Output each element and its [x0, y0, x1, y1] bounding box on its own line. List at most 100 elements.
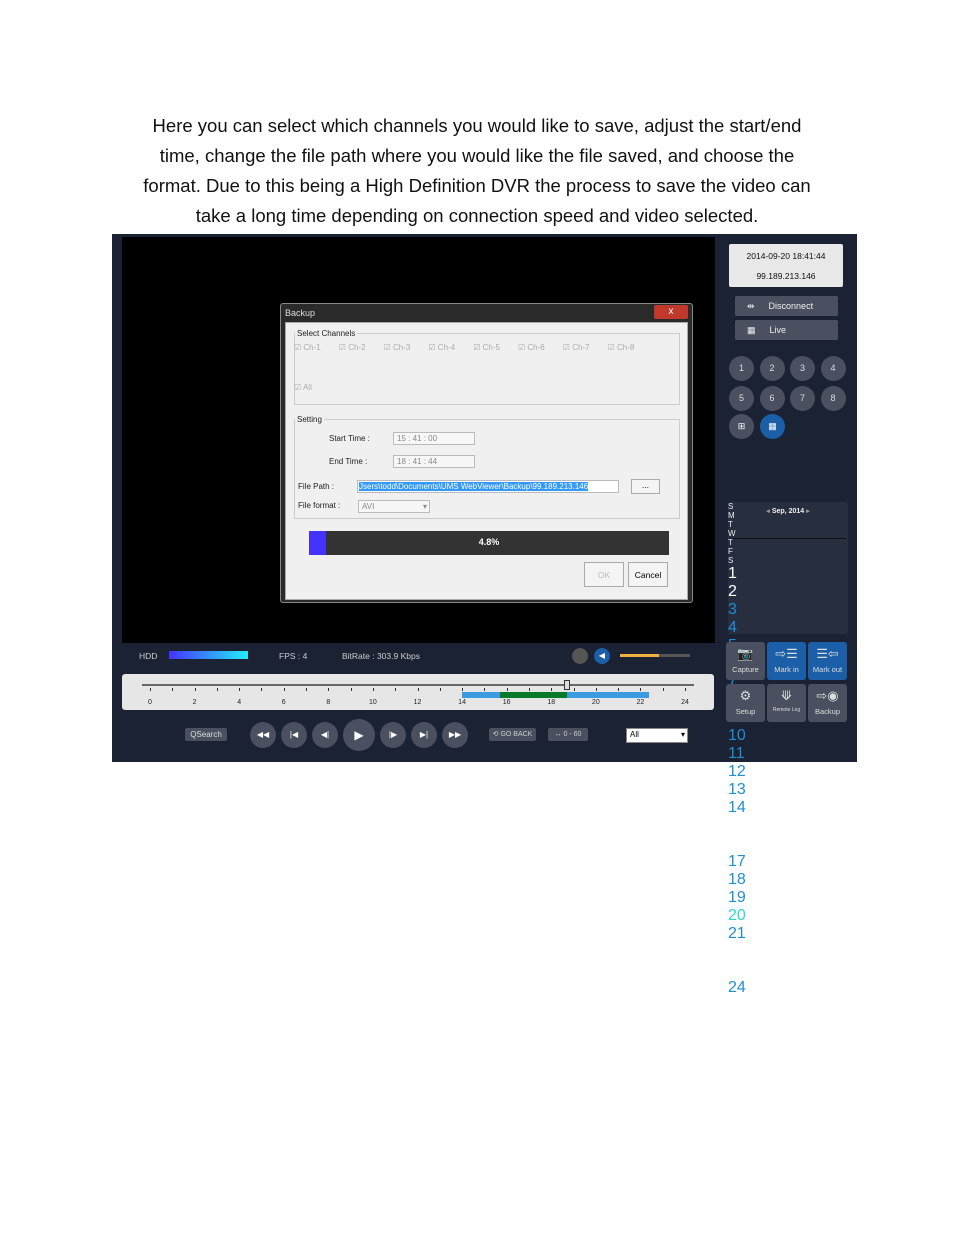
- calendar-day[interactable]: 29: [728, 1069, 848, 1087]
- close-button[interactable]: x: [654, 305, 688, 319]
- filter-select[interactable]: All ▾: [626, 728, 688, 743]
- calendar-day[interactable]: 20: [728, 907, 848, 925]
- hdd-label: HDD: [139, 651, 158, 661]
- timeline[interactable]: 0 2 4 6 8 10 12 14 16 18 20 22 24: [122, 674, 714, 710]
- checkbox-channel[interactable]: ☑ Ch-2: [339, 343, 366, 352]
- line: format. Due to this being a High Definit…: [143, 175, 811, 196]
- calendar-day[interactable]: 19: [728, 889, 848, 907]
- tick-label: 6: [281, 699, 286, 706]
- remote-log-button[interactable]: ⟱ Remote Log: [767, 684, 806, 722]
- end-time-input[interactable]: 18 : 41 : 44: [393, 455, 475, 468]
- channel-button[interactable]: 7: [790, 386, 815, 411]
- calendar-day[interactable]: 27: [728, 1033, 848, 1051]
- calendar-day[interactable]: 23: [728, 961, 848, 979]
- tick: [239, 688, 241, 691]
- end-time-label: End Time :: [329, 457, 368, 466]
- volume-slider[interactable]: [620, 654, 690, 657]
- ok-button[interactable]: OK: [584, 562, 624, 587]
- checkbox-label: Ch-3: [393, 343, 411, 352]
- channel-button[interactable]: 8: [820, 386, 846, 411]
- calendar-day[interactable]: 21: [728, 925, 848, 943]
- skip-forward-icon[interactable]: ▶|: [411, 722, 437, 748]
- weekday-label: W: [728, 529, 736, 538]
- mark-out-button[interactable]: ☰⇦ Mark out: [808, 642, 847, 680]
- checkbox-channel[interactable]: ☑ Ch-7: [563, 343, 590, 352]
- timeline-cursor[interactable]: [563, 680, 570, 690]
- checkbox-label: Ch-6: [527, 343, 545, 352]
- line: Here you can select which channels you w…: [152, 115, 802, 136]
- calendar-day[interactable]: 4: [728, 619, 848, 637]
- tick-label: 0: [148, 699, 152, 706]
- disconnect-button[interactable]: ⇹ Disconnect: [735, 296, 838, 316]
- calendar-day[interactable]: 13: [728, 781, 848, 799]
- setup-button[interactable]: ⚙ Setup: [726, 684, 765, 722]
- capture-button[interactable]: 📷 Capture: [726, 642, 765, 680]
- calendar-day[interactable]: 18: [728, 871, 848, 889]
- calendar-day[interactable]: 26: [728, 1015, 848, 1033]
- step-back-icon[interactable]: ◀|: [312, 722, 338, 748]
- checkbox-channel[interactable]: ☑ Ch-8: [608, 343, 635, 352]
- tick: [618, 688, 620, 691]
- calendar-day[interactable]: 24: [728, 979, 848, 997]
- backup-button[interactable]: ⇨◉ Backup: [808, 684, 847, 722]
- tick-label: 14: [458, 699, 466, 706]
- tick-label: 22: [636, 699, 645, 706]
- bitrate-readout: BitRate : 303.9 Kbps: [342, 651, 420, 661]
- calendar-day[interactable]: 16: [728, 835, 848, 853]
- cancel-button[interactable]: Cancel: [628, 562, 668, 587]
- prev-month-icon[interactable]: ◂: [766, 508, 770, 515]
- checkbox-channel[interactable]: ☑ Ch-6: [518, 343, 545, 352]
- backup-icon: ⇨◉: [816, 688, 839, 703]
- calendar-day[interactable]: 22: [728, 943, 848, 961]
- live-button[interactable]: ▦ Live: [735, 320, 838, 340]
- play-icon[interactable]: ▶: [343, 719, 375, 751]
- mark-in-button[interactable]: ⇨☰ Mark in: [767, 642, 806, 680]
- go-back-button[interactable]: ⟲ GO BACK: [489, 728, 536, 741]
- fast-forward-icon[interactable]: ▶▶: [442, 722, 468, 748]
- calendar-day[interactable]: 30: [728, 1087, 848, 1105]
- channel-button[interactable]: 5: [729, 386, 754, 411]
- rewind-icon[interactable]: ◀◀: [250, 722, 276, 748]
- calendar-day[interactable]: 2: [728, 583, 848, 601]
- checkbox-channel[interactable]: ☑ Ch-1: [294, 343, 321, 352]
- tick: [261, 688, 263, 691]
- hdd-meter: [169, 651, 248, 659]
- record-icon[interactable]: [572, 648, 588, 664]
- tick: [194, 688, 196, 691]
- qsearch-button[interactable]: QSearch: [185, 728, 227, 741]
- channel-button[interactable]: 3: [790, 356, 815, 381]
- channel-button[interactable]: 6: [759, 386, 785, 411]
- calendar-day[interactable]: 17: [728, 853, 848, 871]
- calendar-day[interactable]: 14: [728, 799, 848, 817]
- interval-button[interactable]: ↔ 0 - 60: [548, 728, 588, 741]
- checkbox-channel[interactable]: ☑ Ch-5: [473, 343, 500, 352]
- calendar-day[interactable]: 11: [728, 745, 848, 763]
- dvr-screenshot: Backup x Select Channels ☑ Ch-1 ☑ Ch-2 ☑ C…: [112, 234, 857, 1104]
- file-path-input[interactable]: Jsers\todd\Documents\UMS WebViewer\Backu…: [357, 480, 619, 493]
- channel-button[interactable]: 2: [759, 356, 785, 381]
- browse-button[interactable]: ...: [631, 479, 660, 494]
- calendar-day[interactable]: 28: [728, 1051, 848, 1069]
- calendar-day[interactable]: 1: [728, 565, 848, 583]
- next-month-icon[interactable]: ▸: [806, 508, 810, 515]
- channel-button[interactable]: 4: [820, 356, 846, 381]
- quad-layout-icon[interactable]: ⊞: [729, 414, 754, 439]
- start-time-input[interactable]: 15 : 41 : 00: [393, 432, 475, 445]
- calendar-day[interactable]: 10: [728, 727, 848, 745]
- tick: [350, 688, 352, 691]
- checkbox-channel[interactable]: ☑ Ch-3: [384, 343, 411, 352]
- calendar-day[interactable]: 25: [728, 997, 848, 1015]
- checkbox-channel[interactable]: ☑ Ch-4: [428, 343, 455, 352]
- speaker-icon[interactable]: ◀: [594, 648, 610, 664]
- channel-button[interactable]: 1: [729, 356, 754, 381]
- skip-back-icon[interactable]: |◀: [281, 722, 307, 748]
- tick: [216, 688, 218, 691]
- file-format-select[interactable]: AVI ▾: [358, 500, 430, 513]
- calendar-day[interactable]: 12: [728, 763, 848, 781]
- selected-range: [499, 692, 567, 698]
- checkbox-all[interactable]: ☑ All: [294, 383, 312, 392]
- step-forward-icon[interactable]: |▶: [380, 722, 406, 748]
- calendar-day[interactable]: 15: [728, 817, 848, 835]
- nine-grid-layout-icon[interactable]: ▦: [760, 414, 785, 439]
- calendar-day[interactable]: 3: [728, 601, 848, 619]
